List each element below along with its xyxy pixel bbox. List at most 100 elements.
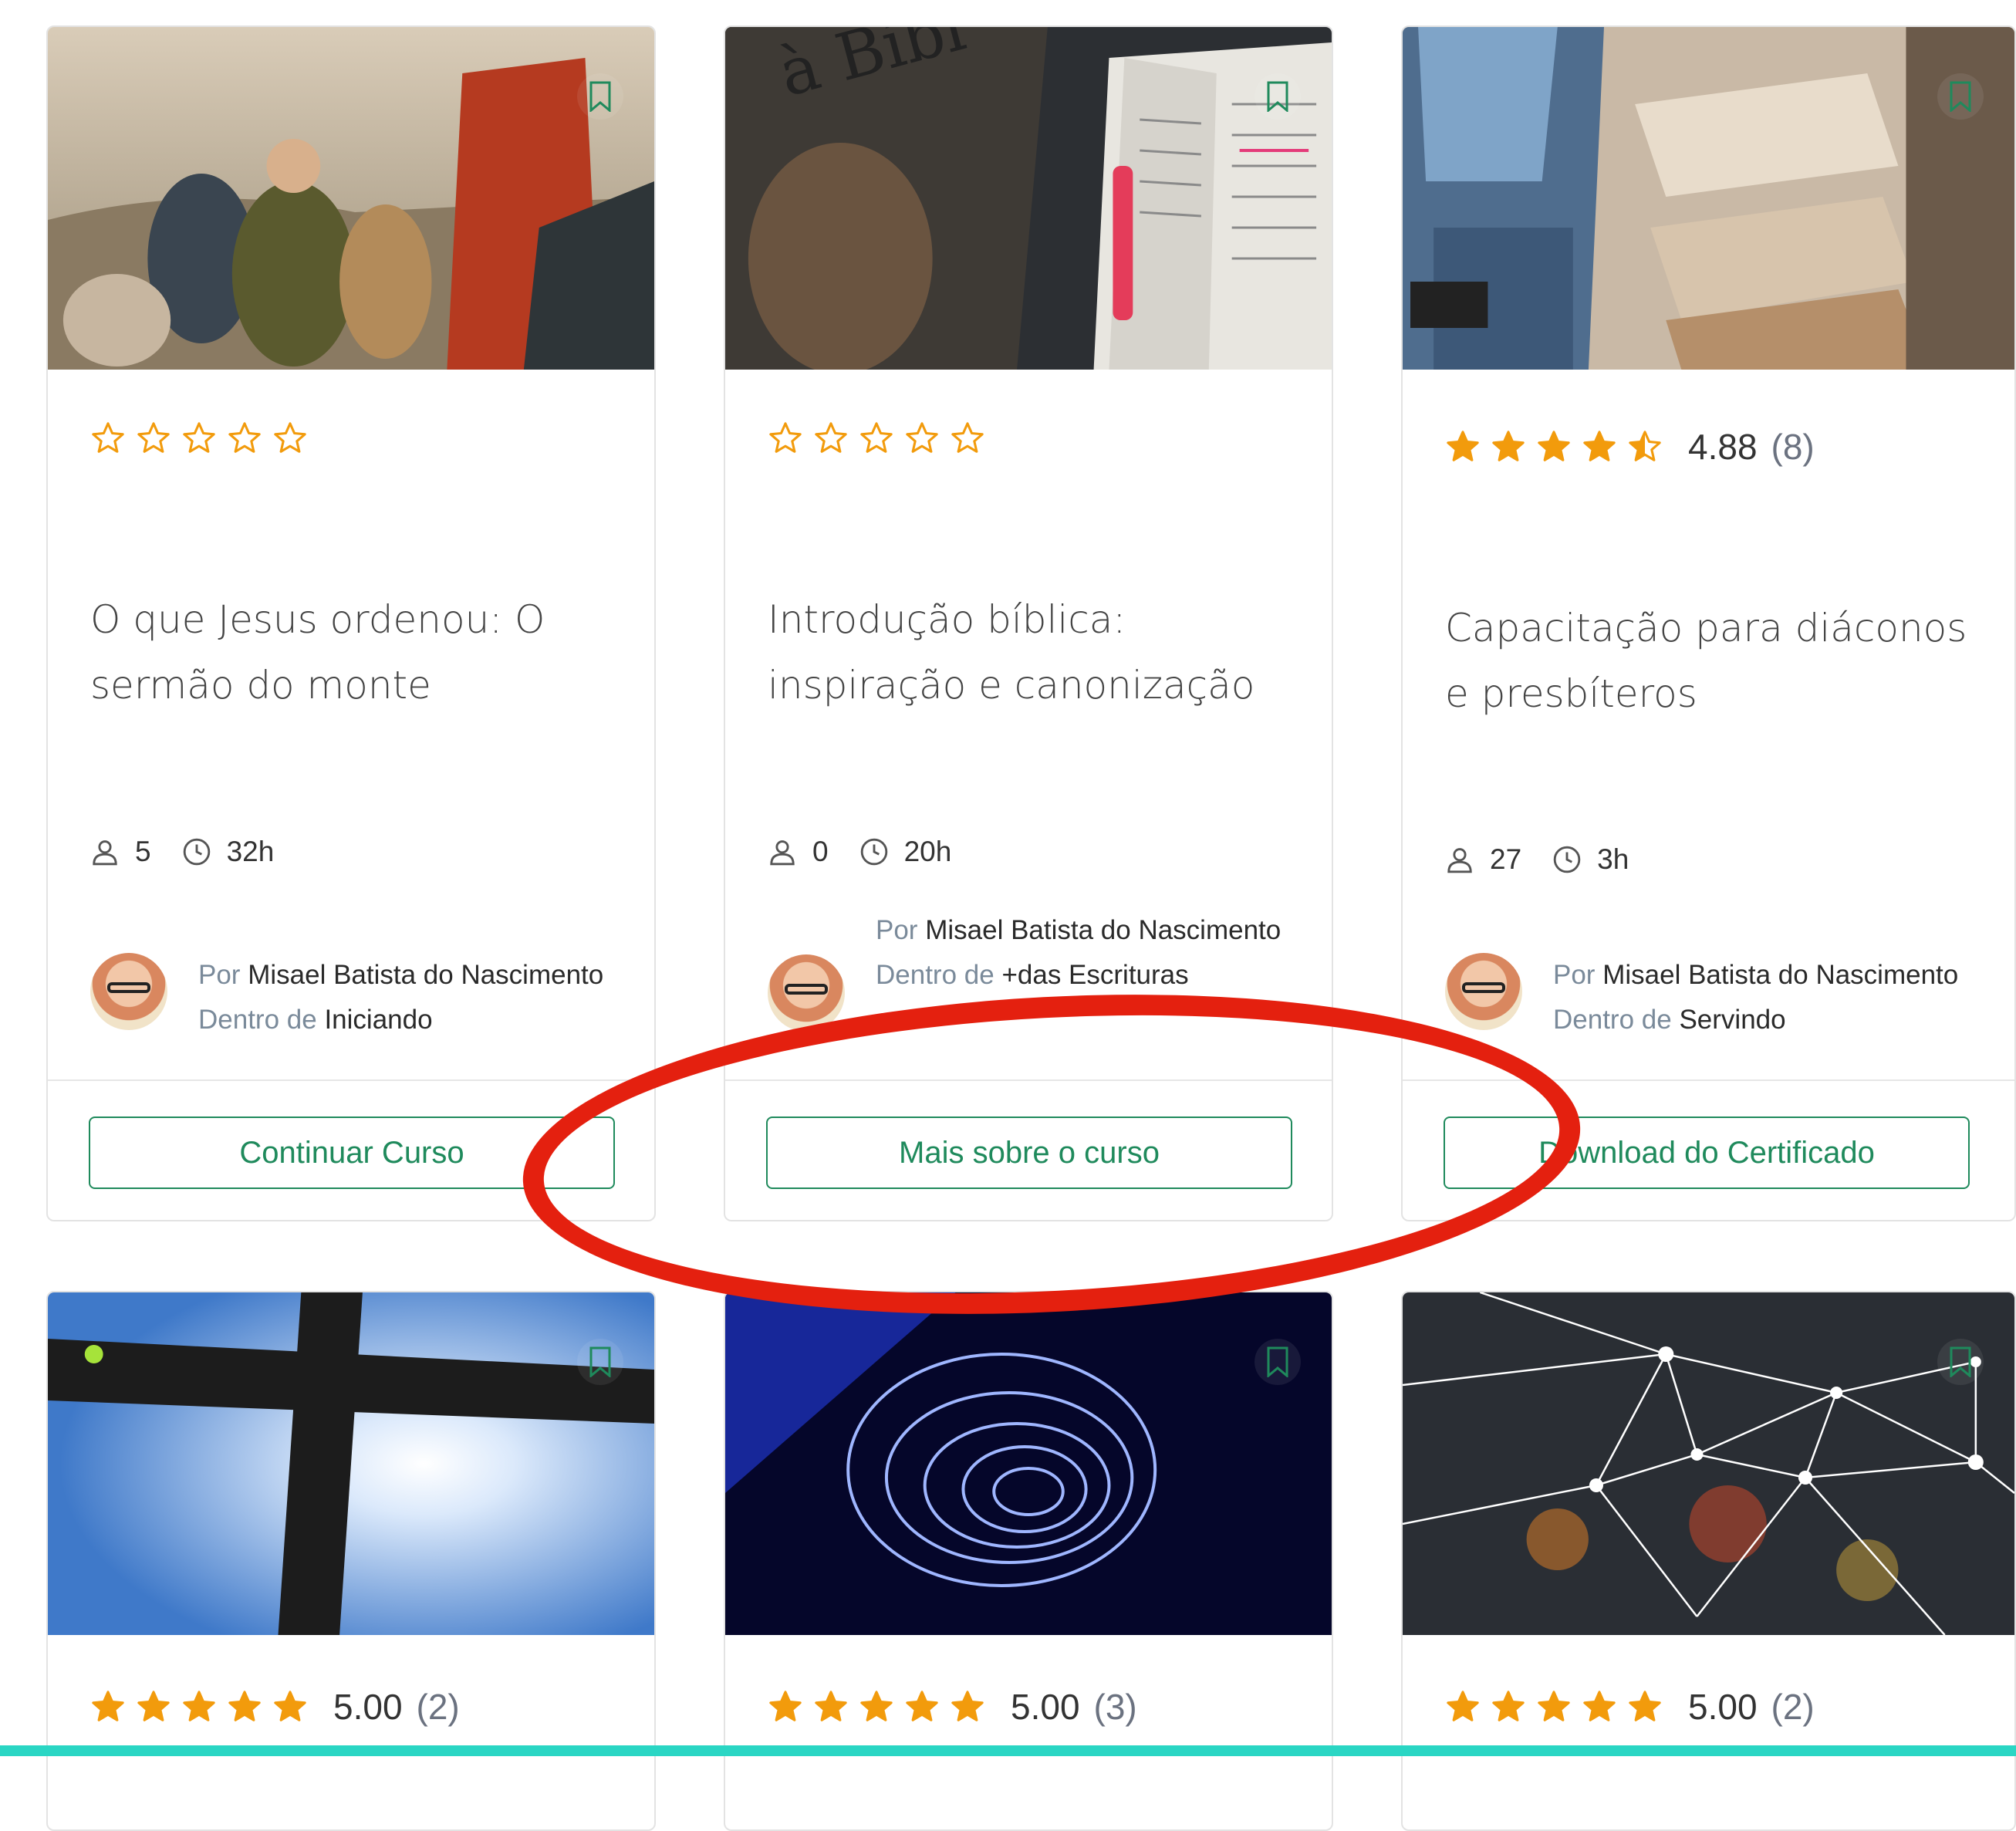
course-duration: 32h bbox=[226, 836, 275, 867]
course-author: Por Misael Batista do Nascimento Dentro … bbox=[768, 908, 1308, 1032]
star-icon bbox=[1538, 431, 1570, 461]
category-link[interactable]: Iniciando bbox=[324, 1005, 432, 1035]
bookmark-icon bbox=[1267, 1346, 1288, 1377]
category-link[interactable]: Servindo bbox=[1679, 1005, 1785, 1035]
author-name[interactable]: Misael Batista do Nascimento bbox=[925, 915, 1281, 945]
course-duration: 3h bbox=[1597, 843, 1629, 875]
star-icon bbox=[1447, 431, 1479, 461]
category-link[interactable]: +das Escrituras bbox=[1001, 960, 1188, 990]
author-prefix: Por bbox=[198, 960, 241, 990]
star-icon bbox=[183, 422, 215, 453]
rating-stars: 4.88 (8) bbox=[1445, 426, 1815, 468]
course-duration: 20h bbox=[903, 836, 952, 867]
course-thumbnail[interactable]: à Bíbl bbox=[725, 27, 1332, 370]
more-about-course-button[interactable]: Mais sobre o curso bbox=[766, 1117, 1292, 1189]
course-title[interactable]: Introdução bíblica: inspiração e canoniz… bbox=[768, 587, 1301, 718]
download-certificate-button[interactable]: Download do Certificado bbox=[1444, 1117, 1970, 1189]
rating-value: 5.00 bbox=[1688, 1687, 1758, 1727]
bookmark-button[interactable] bbox=[577, 73, 623, 120]
star-icon bbox=[137, 422, 170, 453]
bookmark-button[interactable] bbox=[1255, 73, 1301, 120]
bookmark-icon bbox=[589, 81, 611, 112]
star-icon bbox=[92, 422, 124, 453]
star-icon bbox=[951, 422, 984, 453]
course-title[interactable]: O que Jesus ordenou: O sermão do monte bbox=[90, 587, 623, 718]
avatar[interactable] bbox=[768, 954, 845, 1032]
star-icon bbox=[769, 1691, 802, 1721]
divider bbox=[725, 1079, 1332, 1081]
course-meta: 0 20h bbox=[768, 836, 951, 868]
star-icon bbox=[906, 1691, 938, 1721]
rating-count: (3) bbox=[1093, 1687, 1137, 1727]
star-icon bbox=[860, 1691, 893, 1721]
author-prefix: Por bbox=[876, 915, 918, 945]
course-thumbnail[interactable] bbox=[48, 1292, 654, 1635]
course-meta: 27 3h bbox=[1445, 843, 1629, 876]
rating-value: 4.88 bbox=[1688, 427, 1758, 467]
course-card[interactable]: 4.88 (8) Capacitação para diáconos e pre… bbox=[1401, 25, 2016, 1221]
star-icon bbox=[1629, 1691, 1661, 1721]
bookmark-icon bbox=[589, 1346, 611, 1377]
star-icon bbox=[951, 1691, 984, 1721]
rating-stars: 5.00 (2) bbox=[90, 1686, 460, 1728]
user-icon bbox=[770, 840, 795, 866]
rating-count: (2) bbox=[1771, 1687, 1815, 1727]
star-icon bbox=[1583, 1691, 1616, 1721]
avatar[interactable] bbox=[1445, 953, 1522, 1030]
star-icon bbox=[274, 422, 306, 453]
bookmark-button[interactable] bbox=[1255, 1339, 1301, 1385]
bookmark-icon bbox=[1950, 81, 1971, 112]
course-title[interactable]: Capacitação para diáconos e presbíteros bbox=[1445, 596, 1984, 727]
clock-icon bbox=[1553, 846, 1581, 873]
divider bbox=[48, 1079, 654, 1081]
course-thumbnail[interactable] bbox=[48, 27, 654, 370]
course-thumbnail[interactable] bbox=[1403, 1292, 2014, 1635]
star-icon bbox=[1629, 431, 1661, 461]
category-prefix: Dentro de bbox=[876, 960, 994, 990]
user-icon bbox=[93, 840, 117, 866]
author-name[interactable]: Misael Batista do Nascimento bbox=[248, 960, 603, 990]
author-name[interactable]: Misael Batista do Nascimento bbox=[1602, 960, 1958, 990]
divider bbox=[1403, 1079, 2014, 1081]
star-icon bbox=[137, 1691, 170, 1721]
rating-stars: 5.00 (2) bbox=[1445, 1686, 1815, 1728]
course-card[interactable]: à Bíbl Introdução bíblica: inspiração e … bbox=[724, 25, 1333, 1221]
rating-stars bbox=[768, 421, 995, 456]
bookmark-button[interactable] bbox=[1937, 1339, 1984, 1385]
clock-icon bbox=[183, 838, 210, 866]
star-icon bbox=[183, 1691, 215, 1721]
star-icon bbox=[274, 1691, 306, 1721]
students-count: 0 bbox=[812, 836, 829, 867]
clock-icon bbox=[860, 838, 887, 866]
category-prefix: Dentro de bbox=[198, 1005, 317, 1035]
rating-stars: 5.00 (3) bbox=[768, 1686, 1137, 1728]
bottom-bar bbox=[0, 1745, 2016, 1756]
bookmark-button[interactable] bbox=[577, 1339, 623, 1385]
star-icon bbox=[228, 422, 261, 453]
continue-course-button[interactable]: Continuar Curso bbox=[89, 1117, 615, 1189]
star-icon bbox=[1492, 431, 1525, 461]
course-thumbnail[interactable] bbox=[1403, 27, 2014, 370]
user-icon bbox=[1447, 848, 1472, 873]
star-icon bbox=[815, 1691, 847, 1721]
course-meta: 5 32h bbox=[90, 836, 274, 868]
course-author: Por Misael Batista do Nascimento Dentro … bbox=[1445, 953, 1985, 1042]
star-icon bbox=[860, 422, 893, 453]
rating-count: (8) bbox=[1771, 427, 1815, 467]
rating-value: 5.00 bbox=[1011, 1687, 1080, 1727]
avatar[interactable] bbox=[90, 953, 167, 1030]
students-count: 5 bbox=[135, 836, 151, 867]
star-icon bbox=[769, 422, 802, 453]
rating-value: 5.00 bbox=[333, 1687, 403, 1727]
course-thumbnail[interactable] bbox=[725, 1292, 1332, 1635]
rating-count: (2) bbox=[416, 1687, 460, 1727]
star-icon bbox=[815, 422, 847, 453]
course-author: Por Misael Batista do Nascimento Dentro … bbox=[90, 953, 630, 1042]
star-icon bbox=[1492, 1691, 1525, 1721]
course-card[interactable]: O que Jesus ordenou: O sermão do monte 5… bbox=[46, 25, 656, 1221]
students-count: 27 bbox=[1490, 843, 1522, 875]
bookmark-button[interactable] bbox=[1937, 73, 1984, 120]
category-prefix: Dentro de bbox=[1553, 1005, 1672, 1035]
star-icon bbox=[1583, 431, 1616, 461]
star-icon bbox=[228, 1691, 261, 1721]
